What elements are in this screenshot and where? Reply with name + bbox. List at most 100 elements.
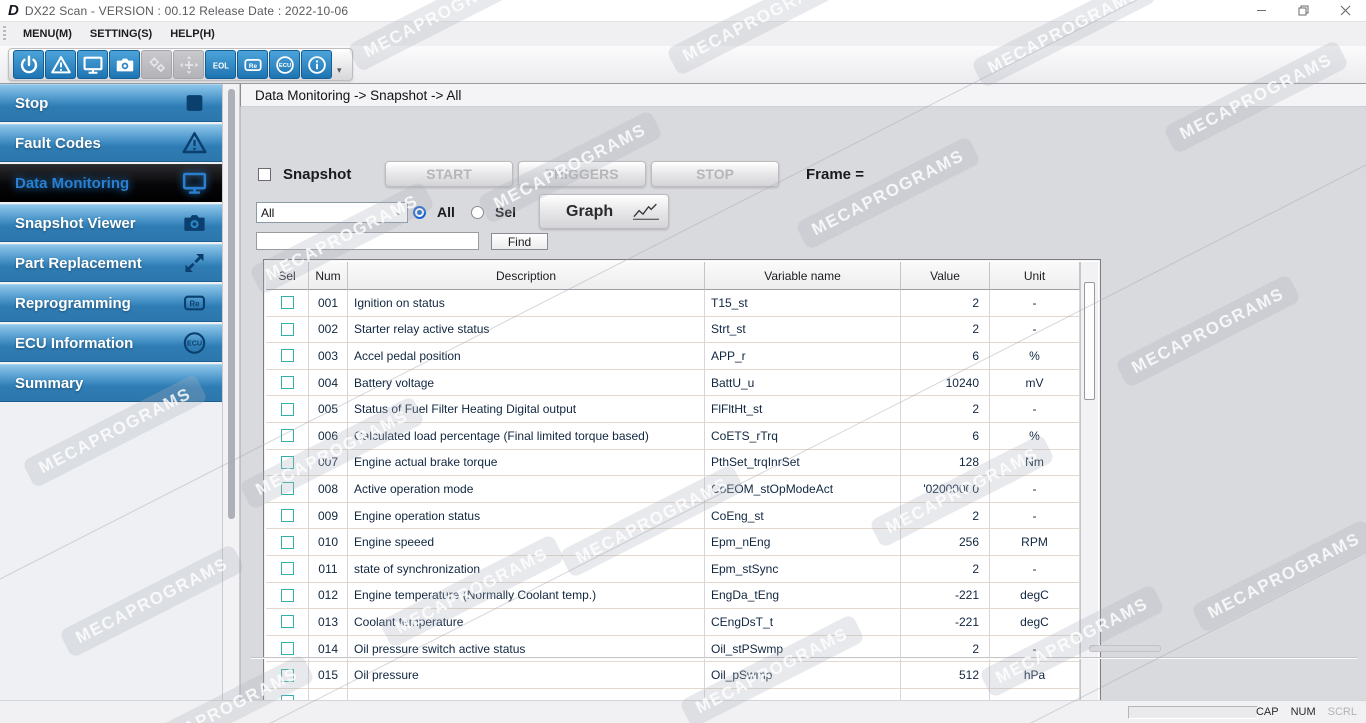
table-scrollbar-thumb[interactable] <box>1084 282 1095 400</box>
svg-text:Re: Re <box>189 300 200 309</box>
row-checkbox[interactable] <box>280 482 294 496</box>
row-checkbox[interactable] <box>280 429 294 443</box>
cell-variable: Epm_nEng <box>705 529 901 556</box>
radio-sel-label: Sel <box>495 204 517 220</box>
row-checkbox[interactable] <box>280 535 294 549</box>
toolbar-overflow-icon[interactable]: ▾ <box>337 65 342 79</box>
data-monitoring-panel: Snapshot START TRIGGERS STOP Frame = All… <box>240 107 1366 714</box>
column-header-num[interactable]: Num <box>309 262 348 290</box>
table-row[interactable]: 005 Status of Fuel Filter Heating Digital… <box>266 396 1080 423</box>
table-row[interactable]: 008 Active operation mode CoEOM_stOpModeAc… <box>266 476 1080 503</box>
radio-all[interactable] <box>413 206 426 219</box>
toolbar-fault-icon[interactable] <box>45 50 76 79</box>
row-checkbox[interactable] <box>280 642 294 656</box>
cell-description: Engine actual brake torque <box>348 449 705 477</box>
cell-description: Engine temperature (Normally Coolant tem… <box>348 582 705 610</box>
horizontal-scrollbar-thumb[interactable] <box>1089 645 1161 652</box>
row-checkbox[interactable] <box>280 509 294 523</box>
svg-text:Re: Re <box>248 62 257 69</box>
triggers-button[interactable]: TRIGGERS <box>518 161 646 187</box>
cell-value: -221 <box>901 609 990 636</box>
table-row[interactable]: 012 Engine temperature (Normally Coolant … <box>266 582 1080 610</box>
cell-value: 2 <box>901 316 990 344</box>
menu-item-help[interactable]: HELP(H) <box>161 24 224 44</box>
breadcrumb: Data Monitoring -> Snapshot -> All <box>240 84 1366 107</box>
toolbar-camera-icon[interactable] <box>109 50 140 79</box>
cell-unit: - <box>990 476 1080 503</box>
start-button[interactable]: START <box>385 161 513 187</box>
find-button[interactable]: Find <box>491 233 548 250</box>
row-checkbox[interactable] <box>280 615 294 629</box>
table-row[interactable]: 003 Accel pedal position APP_r 6% <box>266 343 1080 370</box>
snapshot-checkbox[interactable] <box>258 168 271 181</box>
cell-unit: - <box>990 290 1080 317</box>
sidebar-scrollbar-thumb[interactable] <box>228 89 235 519</box>
toolbar-move-icon[interactable] <box>173 50 204 79</box>
cell-variable: APP_r <box>705 343 901 370</box>
column-header-description[interactable]: Description <box>348 262 705 290</box>
table-row[interactable]: 010 Engine speeed Epm_nEng 256 RPM <box>266 529 1080 556</box>
cell-num: 001 <box>309 290 348 317</box>
cell-value: 2 <box>901 290 990 317</box>
maximize-button[interactable] <box>1282 0 1324 21</box>
graph-button[interactable]: Graph <box>539 194 669 229</box>
close-button[interactable] <box>1324 0 1366 21</box>
column-header-value[interactable]: Value <box>901 262 990 290</box>
cell-num: 012 <box>309 582 348 610</box>
row-checkbox[interactable] <box>280 376 294 390</box>
table-row[interactable]: 004 Battery voltage BattU_u 10240 mV <box>266 369 1080 397</box>
sidebar-item-stop[interactable]: Stop <box>0 84 222 122</box>
search-input[interactable] <box>256 232 479 250</box>
menu-item-menu[interactable]: MENU(M) <box>14 24 81 44</box>
table-row[interactable]: 006 Calculated load percentage (Final lim… <box>266 422 1080 450</box>
toolbar-power-icon[interactable] <box>13 50 44 79</box>
stop-button[interactable]: STOP <box>651 161 779 187</box>
sidebar-item-data-monitoring[interactable]: Data Monitoring <box>0 164 222 202</box>
toolbar-info-icon[interactable] <box>301 50 332 79</box>
data-table: Sel Num Description Variable name Value Unit 0… <box>263 259 1101 714</box>
row-checkbox[interactable] <box>280 588 294 602</box>
toolbar-reprog-icon[interactable]: Re <box>237 50 268 79</box>
toolbar-monitor-icon[interactable] <box>77 50 108 79</box>
column-header-sel[interactable]: Sel <box>266 262 309 290</box>
sidebar-item-fault-codes[interactable]: Fault Codes <box>0 124 222 162</box>
column-header-variable-name[interactable]: Variable name <box>705 262 901 290</box>
row-checkbox[interactable] <box>280 455 294 469</box>
table-row[interactable]: 002 Starter relay active status Strt_st 2- <box>266 316 1080 344</box>
sidebar-item-part-replacement[interactable]: Part Replacement <box>0 244 222 282</box>
group-filter-select[interactable]: All ⌄ <box>256 202 408 223</box>
sidebar-scrollbar[interactable] <box>222 84 240 700</box>
svg-text:EOL: EOL <box>212 61 228 70</box>
toolbar-eol-icon[interactable]: EOL <box>205 50 236 79</box>
table-row[interactable]: 013 Coolant temperature CEngDsT_t -221 degC <box>266 609 1080 636</box>
radio-sel[interactable] <box>471 206 484 219</box>
menu-item-settings[interactable]: SETTING(S) <box>81 24 161 44</box>
minimize-button[interactable] <box>1240 0 1282 21</box>
sidebar-item-ecu-information[interactable]: ECU Information ECU <box>0 324 222 362</box>
sidebar-item-snapshot-viewer[interactable]: Snapshot Viewer <box>0 204 222 242</box>
row-checkbox[interactable] <box>280 349 294 363</box>
row-checkbox[interactable] <box>280 402 294 416</box>
table-row[interactable]: 015 Oil pressure Oil_pSwmp 512 hPa <box>266 662 1080 689</box>
sidebar-item-reprogramming[interactable]: Reprogramming Re <box>0 284 222 322</box>
toolbar-gears-icon[interactable] <box>141 50 172 79</box>
row-checkbox[interactable] <box>280 562 294 576</box>
sidebar-item-summary[interactable]: Summary <box>0 364 222 402</box>
column-header-unit[interactable]: Unit <box>990 262 1080 290</box>
cell-unit: hPa <box>990 662 1080 689</box>
cell-description: Engine operation status <box>348 502 705 530</box>
status-progress-box <box>1128 706 1258 719</box>
table-row[interactable]: 009 Engine operation status CoEng_st 2- <box>266 502 1080 530</box>
table-scrollbar[interactable] <box>1080 262 1098 711</box>
table-row[interactable]: 007 Engine actual brake torque PthSet_trqI… <box>266 449 1080 477</box>
table-header: Sel Num Description Variable name Value Unit <box>266 262 1080 290</box>
table-row[interactable]: 001 Ignition on status T15_st 2- <box>266 290 1080 317</box>
row-checkbox[interactable] <box>280 296 294 310</box>
cell-num: 003 <box>309 343 348 370</box>
table-row[interactable]: 011 state of synchronization Epm_stSync 2- <box>266 555 1080 583</box>
toolbar-ecu-icon[interactable]: ECU <box>269 50 300 79</box>
row-checkbox[interactable] <box>280 322 294 336</box>
cell-variable: BattU_u <box>705 369 901 397</box>
row-checkbox[interactable] <box>280 668 294 682</box>
cell-variable: CEngDsT_t <box>705 609 901 636</box>
